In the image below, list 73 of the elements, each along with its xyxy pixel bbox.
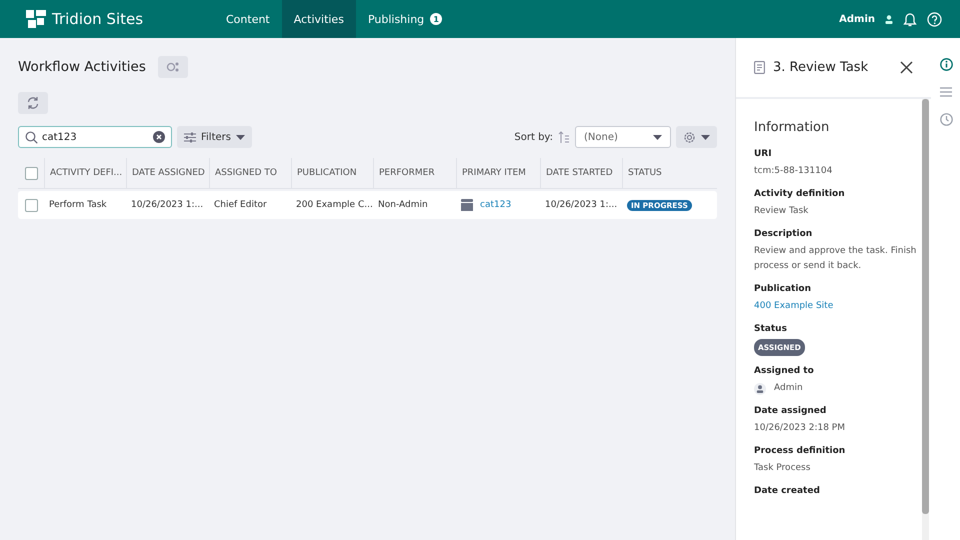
nav-tab[interactable]: Publishing 1 (356, 0, 454, 38)
table-cell-text: Chief Editor (213, 200, 268, 210)
info-tab[interactable] (940, 58, 952, 71)
list-tab[interactable] (940, 87, 952, 97)
user-icon (885, 14, 893, 24)
field-label: Assigned to (754, 366, 815, 376)
count-badge: 1 (430, 13, 442, 25)
settings-icon (683, 130, 696, 144)
field-label: Publication (754, 284, 812, 294)
section-title: Information (754, 120, 830, 135)
field-label: Process definition (754, 446, 846, 456)
info-icon (940, 58, 952, 71)
user-avatar-icon (754, 382, 766, 394)
logo-icon (26, 10, 46, 28)
field-label: Date created (754, 486, 821, 496)
help-icon[interactable] (927, 12, 942, 26)
close-icon[interactable] (900, 61, 913, 74)
field-value: Admin (774, 382, 803, 395)
search-field[interactable]: cat123 (18, 126, 172, 148)
field-label: URI (754, 149, 773, 159)
page-title: Workflow Activities (18, 59, 146, 75)
nav-tab[interactable]: Activities (282, 0, 356, 38)
field-value: 10/26/2023 2:18 PM (754, 422, 846, 435)
history-tab[interactable] (940, 113, 952, 126)
table-cell-text: Perform Task (48, 200, 108, 210)
sliders-icon (184, 132, 196, 142)
column-header[interactable]: PUBLICATION (291, 158, 373, 188)
bell-icon[interactable] (903, 12, 917, 26)
column-header[interactable]: PERFORMER (373, 158, 456, 188)
field-label: Date assigned (754, 406, 828, 416)
panel-title: 3. Review Task (773, 60, 868, 75)
column-header[interactable]: STATUS (622, 158, 712, 188)
item-link[interactable]: cat123 (480, 200, 512, 210)
column-header[interactable]: PRIMARY ITEM (456, 158, 540, 188)
column-header[interactable]: ASSIGNED TO (209, 158, 291, 188)
settings-button[interactable] (676, 126, 717, 148)
caret-icon (236, 134, 245, 140)
field-value: Review Task (754, 205, 810, 218)
column-header[interactable]: DATE ASSIGNED (126, 158, 209, 188)
clock-icon (940, 113, 952, 126)
column-header[interactable]: ACTIVITY DEFI... (44, 158, 126, 188)
task-icon (754, 61, 765, 74)
field-value: tcm:5-88-131104 (754, 165, 834, 178)
nodes-icon (166, 61, 180, 73)
workflow-button[interactable] (158, 56, 188, 78)
list-icon (940, 87, 952, 97)
refresh-icon (26, 96, 40, 110)
row-checkbox[interactable] (24, 198, 38, 212)
folder-icon (461, 199, 473, 211)
field-label: Status (754, 324, 788, 334)
field-label: Description (754, 229, 814, 239)
field-label: Activity definition (754, 189, 846, 199)
table-cell-text: 10/26/2023 1:... (130, 200, 204, 210)
search-icon (25, 131, 38, 144)
table-cell-text: 10/26/2023 1:... (544, 200, 618, 210)
refresh-button[interactable] (18, 92, 48, 114)
nav-tab[interactable]: Content (214, 0, 282, 38)
column-header[interactable]: DATE STARTED (540, 158, 622, 188)
publication-link[interactable]: 400 Example Site (754, 301, 834, 311)
table-cell-text: Non-Admin (377, 200, 429, 210)
table-cell-text: 200 Example C... (295, 200, 373, 210)
sort-label: Sort by: (514, 132, 553, 142)
sort-dropdown[interactable]: (None) (575, 126, 671, 148)
sort-icon[interactable] (558, 131, 570, 143)
caret-icon (701, 134, 710, 140)
user-name[interactable]: Admin (839, 14, 875, 24)
caret-icon (653, 134, 662, 140)
clear-icon[interactable] (153, 131, 165, 143)
field-value: Review and approve the task. Finish process or send it back. (754, 245, 918, 273)
field-value: Task Process (754, 462, 812, 475)
filters-button[interactable]: Filters (177, 126, 252, 148)
select-all-checkbox[interactable] (24, 166, 38, 180)
brand-name: Tridion Sites (52, 10, 144, 28)
